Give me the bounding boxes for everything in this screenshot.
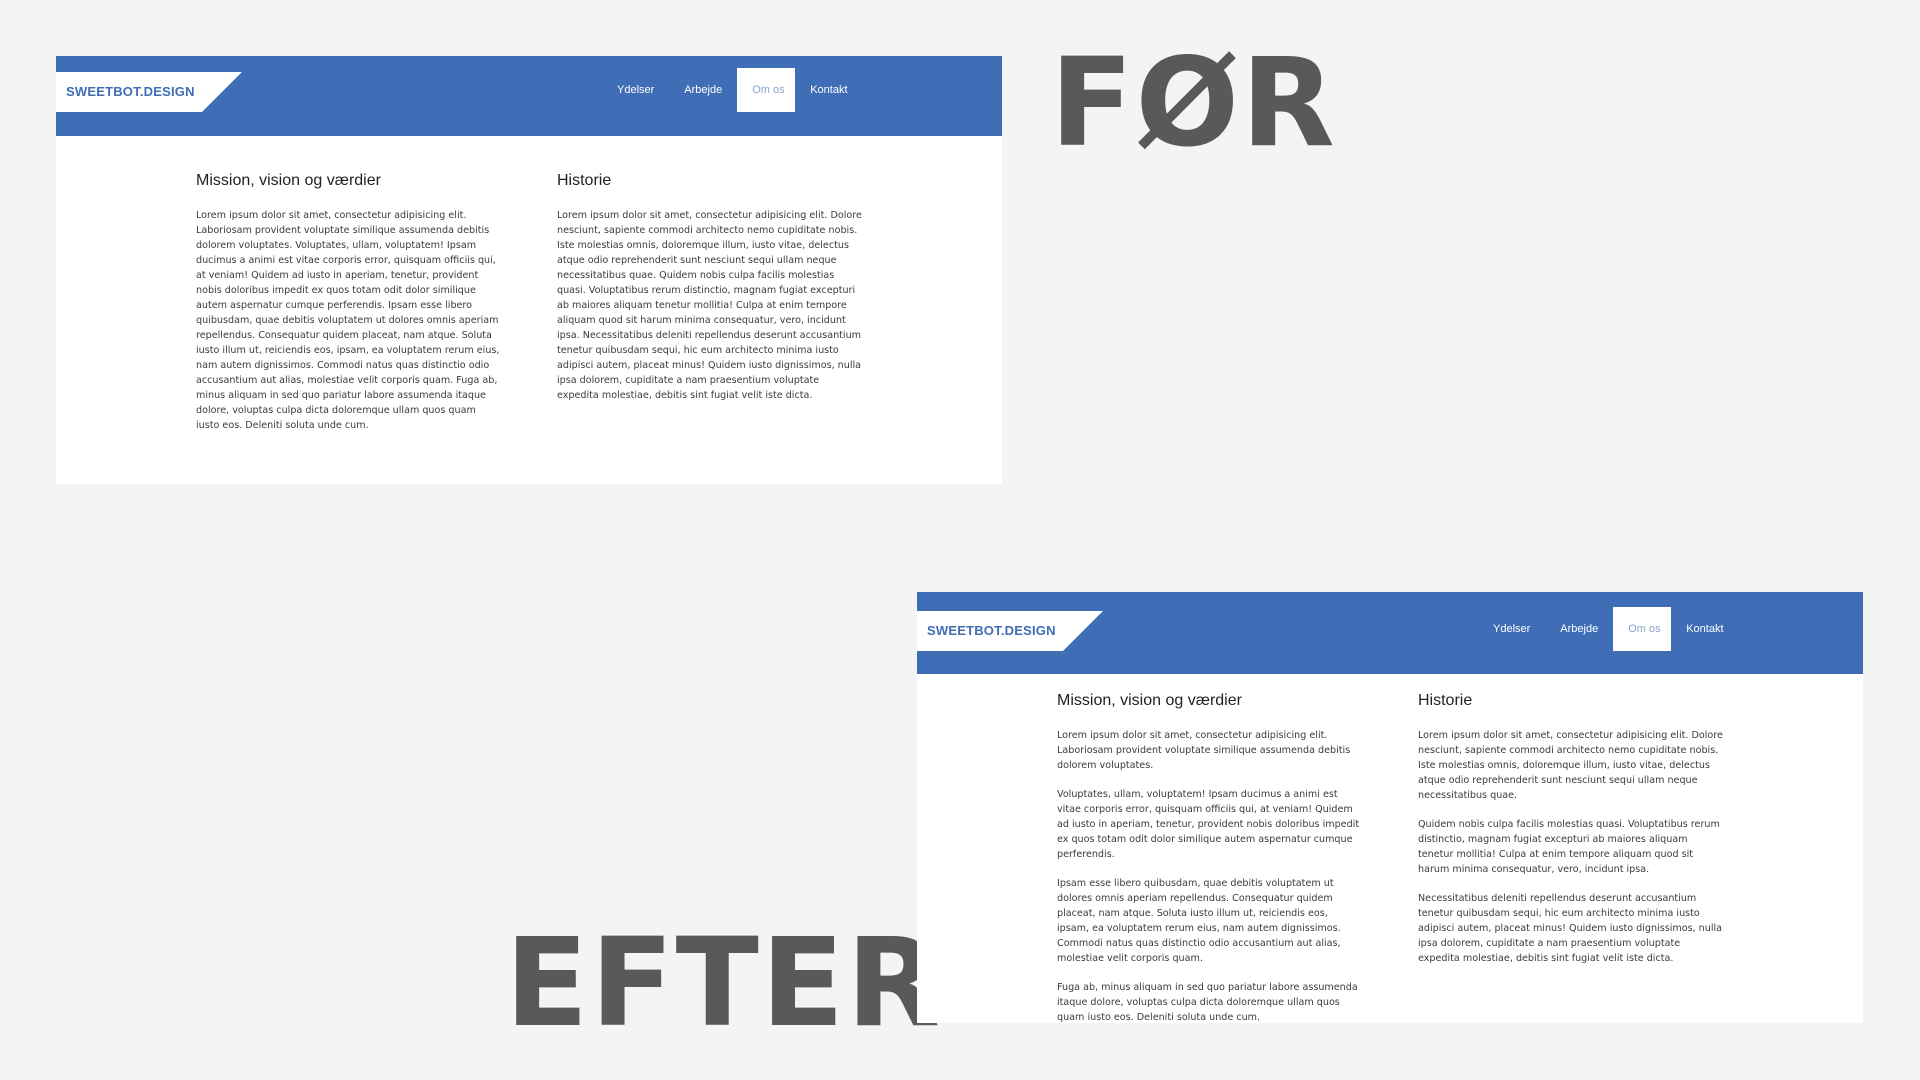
- nav-item-ydelser[interactable]: Ydelser: [1478, 607, 1545, 651]
- after-page-preview: SWEETBOT.DESIGN Ydelser Arbejde Om os Ko…: [917, 592, 1863, 1023]
- nav-item-om-os[interactable]: Om os: [1613, 607, 1672, 651]
- history-paragraph: Lorem ipsum dolor sit amet, consectetur …: [557, 210, 862, 401]
- nav-item-ydelser[interactable]: Ydelser: [602, 68, 669, 112]
- logo-text: SWEETBOT.DESIGN: [927, 623, 1056, 638]
- nav-item-arbejde[interactable]: Arbejde: [669, 68, 737, 112]
- main-nav: Ydelser Arbejde Om os Kontakt: [602, 68, 863, 112]
- history-heading: Historie: [557, 172, 612, 189]
- before-caption: FØR: [1050, 32, 1337, 174]
- about-content: Mission, vision og værdier Lorem ipsum d…: [1057, 684, 1723, 1023]
- site-logo[interactable]: SWEETBOT.DESIGN: [917, 611, 1103, 651]
- logo-text: SWEETBOT.DESIGN: [66, 84, 195, 99]
- mission-paragraph: Lorem ipsum dolor sit amet, consectetur …: [1057, 730, 1351, 771]
- site-logo[interactable]: SWEETBOT.DESIGN: [56, 72, 242, 112]
- nav-item-kontakt[interactable]: Kontakt: [1671, 607, 1738, 651]
- mission-column: Mission, vision og værdier Lorem ipsum d…: [1057, 684, 1362, 1023]
- before-page-preview: SWEETBOT.DESIGN Ydelser Arbejde Om os Ko…: [56, 56, 1002, 484]
- history-column: Historie Lorem ipsum dolor sit amet, con…: [1418, 684, 1723, 1023]
- mission-column: Mission, vision og værdier Lorem ipsum d…: [196, 164, 501, 447]
- nav-item-arbejde[interactable]: Arbejde: [1545, 607, 1613, 651]
- mission-paragraph: Fuga ab, minus aliquam in sed quo pariat…: [1057, 982, 1358, 1023]
- history-paragraph: Lorem ipsum dolor sit amet, consectetur …: [1418, 730, 1723, 801]
- mission-paragraph: Ipsam esse libero quibusdam, quae debiti…: [1057, 878, 1341, 964]
- nav-item-om-os[interactable]: Om os: [737, 68, 796, 112]
- main-nav: Ydelser Arbejde Om os Kontakt: [1478, 607, 1739, 651]
- history-paragraph: Quidem nobis culpa facilis molestias qua…: [1418, 819, 1720, 875]
- site-header: SWEETBOT.DESIGN Ydelser Arbejde Om os Ko…: [56, 56, 1002, 136]
- site-header: SWEETBOT.DESIGN Ydelser Arbejde Om os Ko…: [917, 592, 1863, 674]
- comparison-stage: FØR EFTER SWEETBOT.DESIGN Ydelser Arbejd…: [0, 0, 1920, 1080]
- history-heading: Historie: [1418, 692, 1473, 709]
- mission-paragraph: Voluptates, ullam, voluptatem! Ipsam duc…: [1057, 789, 1360, 860]
- mission-heading: Mission, vision og værdier: [196, 172, 381, 189]
- history-column: Historie Lorem ipsum dolor sit amet, con…: [557, 164, 862, 447]
- history-paragraph: Necessitatibus deleniti repellendus dese…: [1418, 893, 1723, 964]
- mission-paragraph: Lorem ipsum dolor sit amet, consectetur …: [196, 210, 500, 431]
- nav-item-kontakt[interactable]: Kontakt: [795, 68, 862, 112]
- about-content: Mission, vision og værdier Lorem ipsum d…: [196, 164, 862, 447]
- after-caption: EFTER: [505, 912, 943, 1054]
- mission-heading: Mission, vision og værdier: [1057, 692, 1242, 709]
